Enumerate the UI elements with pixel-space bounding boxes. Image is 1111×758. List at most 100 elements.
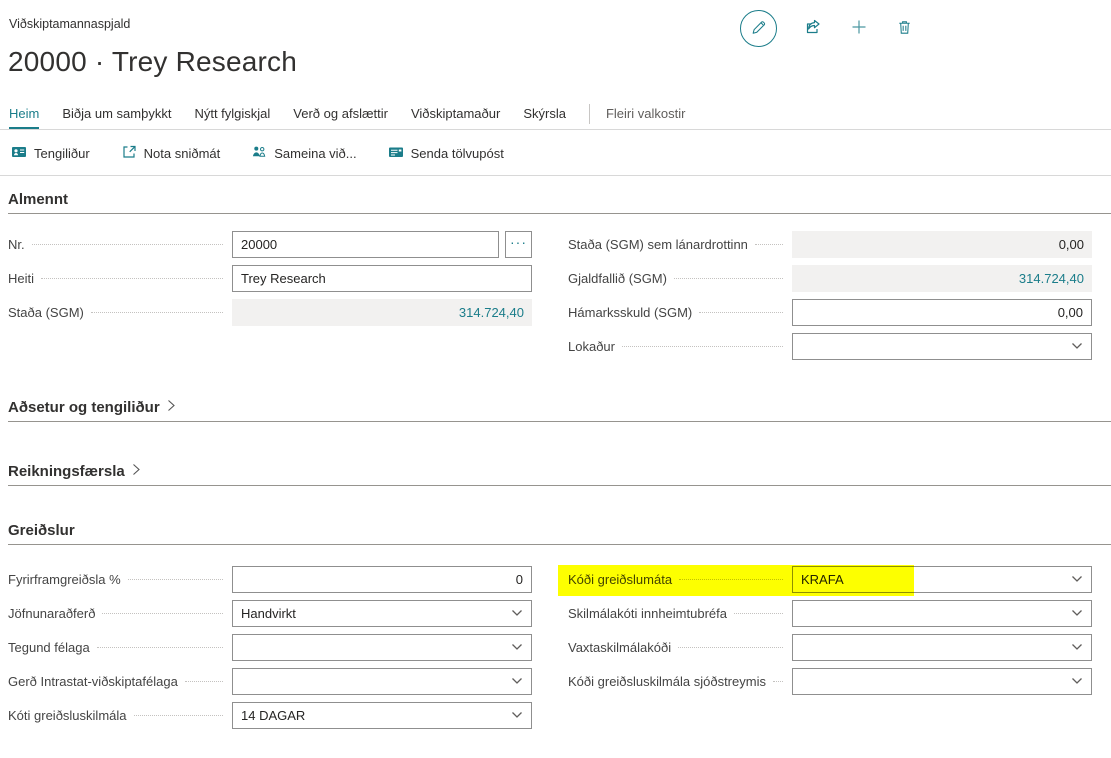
action-nota-snidmat[interactable]: Nota sniðmát [121, 144, 221, 163]
share-icon [803, 17, 823, 40]
field-label: Lokaður [568, 339, 615, 354]
breadcrumb[interactable]: Viðskiptamannaspjald [9, 17, 130, 31]
chevron-down-icon[interactable] [1064, 670, 1090, 693]
section-header-greidslur[interactable]: Greiðslur [8, 522, 1111, 545]
section-header-reikningsfaersla[interactable]: Reikningsfærsla [8, 463, 1111, 486]
card-content: Almennt Nr. ··· Heiti Staða (SGM) [0, 177, 1111, 735]
assist-edit-button[interactable]: ··· [505, 231, 532, 258]
hamarksskuld-field [792, 299, 1092, 326]
field-label: Kóði greiðslumáta [568, 572, 672, 587]
section-title: Aðsetur og tengiliður [8, 399, 160, 416]
menu-item-vidskiptamadur[interactable]: Viðskiptamaður [411, 106, 500, 129]
dotted-leader [185, 681, 223, 682]
pencil-icon [749, 18, 768, 40]
field-label: Kóti greiðsluskilmála [8, 708, 127, 723]
menu-item-verd-og-afslaettir[interactable]: Verð og afslættir [293, 106, 388, 129]
field-label: Staða (SGM) sem lánardrottinn [568, 237, 748, 252]
chevron-down-icon[interactable] [504, 636, 530, 659]
almennt-left-column: Nr. ··· Heiti Staða (SGM) 314.724,40 [8, 230, 532, 366]
action-label: Senda tölvupóst [411, 146, 504, 161]
page-title: 20000 · Trey Research [8, 46, 297, 78]
field-label: Skilmálakóti innheimtubréfa [568, 606, 727, 621]
lokadur-field [792, 333, 1092, 360]
field-row-intrastat: Gerð Intrastat-viðskiptafélaga [8, 667, 532, 695]
nr-field: ··· [232, 231, 532, 258]
koti-greidsluskilmala-input[interactable] [233, 703, 531, 728]
gjaldfallid-field[interactable]: 314.724,40 [792, 265, 1092, 292]
stada-sgm-field[interactable]: 314.724,40 [232, 299, 532, 326]
intrastat-input[interactable] [233, 669, 531, 694]
vaxtaskilmalakodi-field [792, 634, 1092, 661]
heiti-input[interactable] [233, 266, 531, 291]
share-button[interactable] [803, 17, 823, 40]
field-label: Tegund félaga [8, 640, 90, 655]
skilmalakoti-input[interactable] [793, 601, 1091, 626]
chevron-down-icon[interactable] [1064, 602, 1090, 625]
field-row-stada-sgm: Staða (SGM) 314.724,40 [8, 298, 532, 326]
apply-template-icon [121, 144, 137, 163]
edit-button[interactable] [740, 10, 777, 47]
menu-item-nytt-fylgiskjal[interactable]: Nýtt fylgiskjal [194, 106, 270, 129]
plus-icon [849, 17, 869, 40]
new-button[interactable] [849, 17, 869, 40]
menu-bar: Heim Biðja um samþykkt Nýtt fylgiskjal V… [0, 98, 1111, 130]
field-label: Vaxtaskilmálakóði [568, 640, 671, 655]
greidslur-right-column: Kóði greiðslumáta Skilmálakóti innheimtu… [568, 565, 1092, 735]
dotted-leader [674, 278, 783, 279]
vaxtaskilmalakodi-input[interactable] [793, 635, 1091, 660]
chevron-right-icon [167, 399, 176, 416]
action-senda-tolvupost[interactable]: Senda tölvupóst [388, 144, 504, 163]
tegund-felaga-field [232, 634, 532, 661]
field-label: Staða (SGM) [8, 305, 84, 320]
field-row-heiti: Heiti [8, 264, 532, 292]
field-row-kodi-greidslumata: Kóði greiðslumáta [568, 565, 1092, 593]
field-row-vaxtaskilmalakodi: Vaxtaskilmálakóði [568, 633, 1092, 661]
field-label: Heiti [8, 271, 34, 286]
section-header-almennt[interactable]: Almennt [8, 191, 1111, 214]
dotted-leader [755, 244, 783, 245]
tegund-felaga-input[interactable] [233, 635, 531, 660]
dotted-leader [679, 579, 783, 580]
jofnunaradferd-input[interactable] [233, 601, 531, 626]
chevron-down-icon[interactable] [504, 670, 530, 693]
action-sameina-vid[interactable]: Sameina við... [251, 144, 356, 163]
field-label: Gerð Intrastat-viðskiptafélaga [8, 674, 178, 689]
greidslur-left-column: Fyrirframgreiðsla % Jöfnunaraðferð Tegun… [8, 565, 532, 735]
lokadur-input[interactable] [793, 334, 1091, 359]
sjodstreymi-input[interactable] [793, 669, 1091, 694]
jofnunaradferd-field [232, 600, 532, 627]
menu-item-fleiri-valkostir[interactable]: Fleiri valkostir [606, 106, 685, 129]
chevron-down-icon[interactable] [504, 704, 530, 727]
menu-item-bidja-um-samthykkt[interactable]: Biðja um samþykkt [62, 106, 171, 129]
kodi-greidslumata-field [792, 566, 1092, 593]
stada-lanardrottinn-field: 0,00 [792, 231, 1092, 258]
action-tengilidur[interactable]: Tengiliður [11, 144, 90, 163]
fyrirframgreidsla-input[interactable] [233, 567, 531, 592]
delete-button[interactable] [895, 18, 914, 40]
sjodstreymi-field [792, 668, 1092, 695]
menu-item-heim[interactable]: Heim [9, 106, 39, 129]
action-label: Tengiliður [34, 146, 90, 161]
almennt-right-column: Staða (SGM) sem lánardrottinn 0,00 Gjald… [568, 230, 1092, 366]
chevron-down-icon[interactable] [504, 602, 530, 625]
hamarksskuld-input[interactable] [793, 300, 1091, 325]
field-row-fyrirframgreidsla: Fyrirframgreiðsla % [8, 565, 532, 593]
dotted-leader [128, 579, 223, 580]
menu-item-skyrsla[interactable]: Skýrsla [523, 106, 566, 129]
skilmalakoti-field [792, 600, 1092, 627]
kodi-greidslumata-input[interactable] [793, 567, 1091, 592]
chevron-down-icon[interactable] [1064, 636, 1090, 659]
section-header-adsetur-og-tengilidur[interactable]: Aðsetur og tengiliður [8, 399, 1111, 422]
action-bar: Tengiliður Nota sniðmát Sameina við... S… [0, 131, 1111, 176]
field-row-lokadur: Lokaður [568, 332, 1092, 360]
field-label: Hámarksskuld (SGM) [568, 305, 692, 320]
dotted-leader [734, 613, 783, 614]
chevron-down-icon[interactable] [1064, 568, 1090, 591]
dotted-leader [678, 647, 783, 648]
field-label: Nr. [8, 237, 25, 252]
chevron-down-icon[interactable] [1064, 335, 1090, 358]
nr-input[interactable] [233, 232, 498, 257]
chevron-right-icon [132, 463, 141, 480]
dotted-leader [699, 312, 783, 313]
field-row-skilmalakoti: Skilmálakóti innheimtubréfa [568, 599, 1092, 627]
